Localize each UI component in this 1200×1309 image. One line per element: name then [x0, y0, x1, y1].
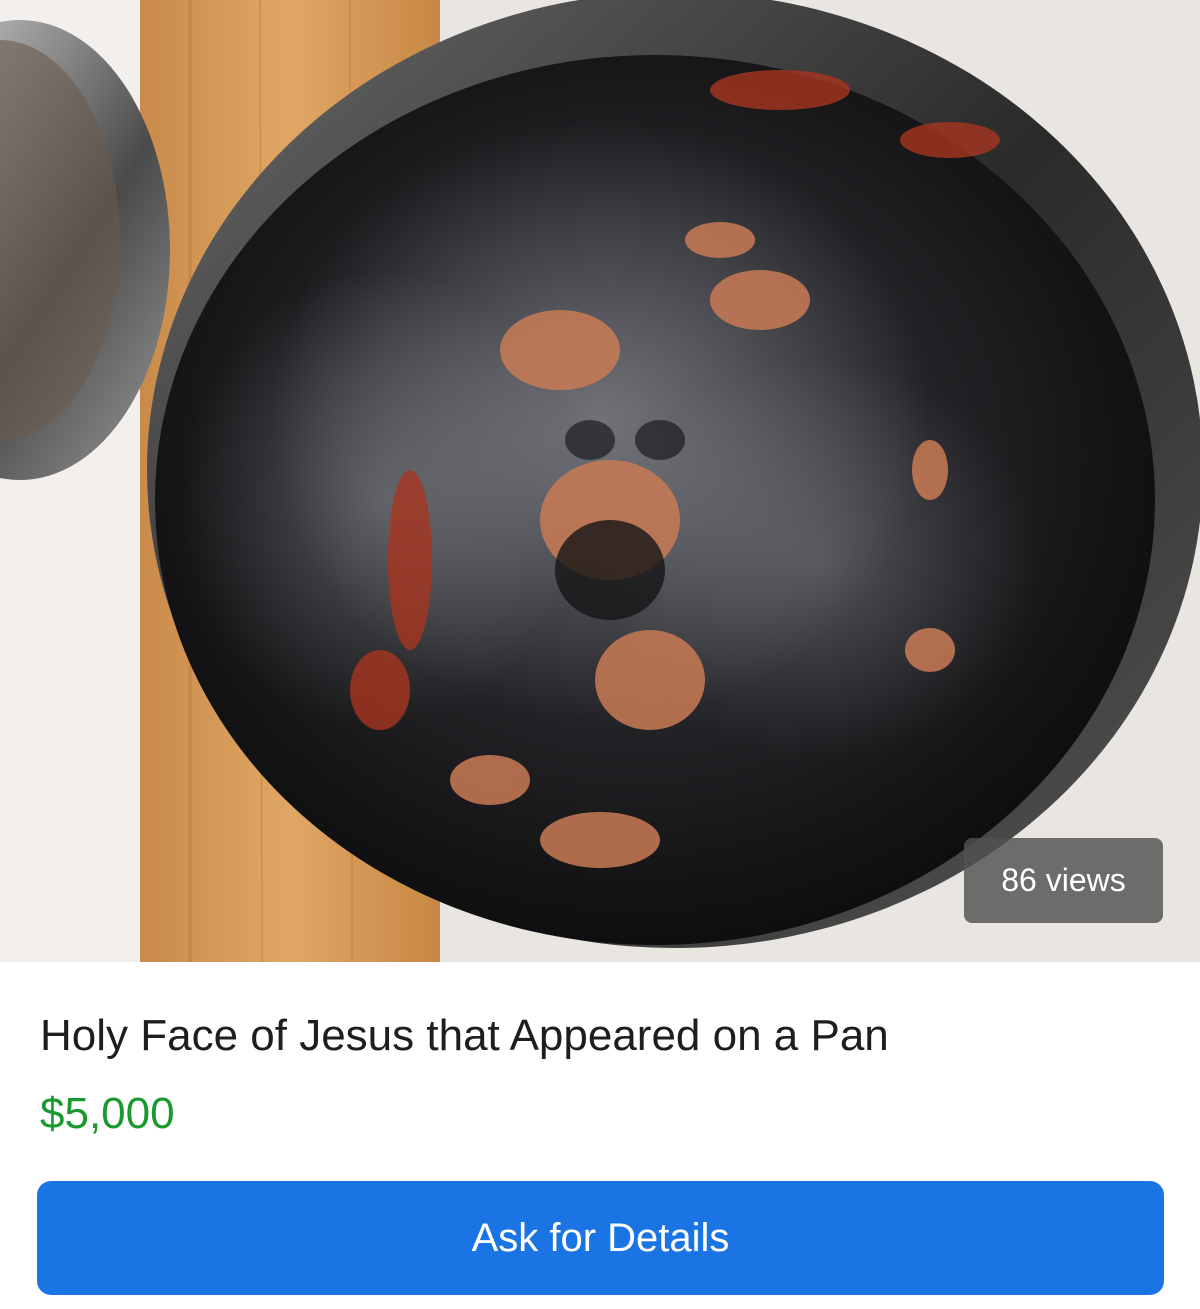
marketplace-listing: 86 views Holy Face of Jesus that Appeare…: [0, 0, 1200, 1309]
views-count-text: 86 views: [1001, 862, 1126, 898]
listing-photo[interactable]: 86 views: [0, 0, 1200, 962]
listing-price: $5,000: [40, 1089, 175, 1138]
pan-photo-illustration: [0, 0, 1200, 962]
views-count-badge: 86 views: [964, 838, 1163, 923]
ask-for-details-button[interactable]: Ask for Details: [37, 1181, 1164, 1295]
ask-for-details-label: Ask for Details: [471, 1215, 730, 1260]
listing-title: Holy Face of Jesus that Appeared on a Pa…: [40, 1011, 889, 1060]
